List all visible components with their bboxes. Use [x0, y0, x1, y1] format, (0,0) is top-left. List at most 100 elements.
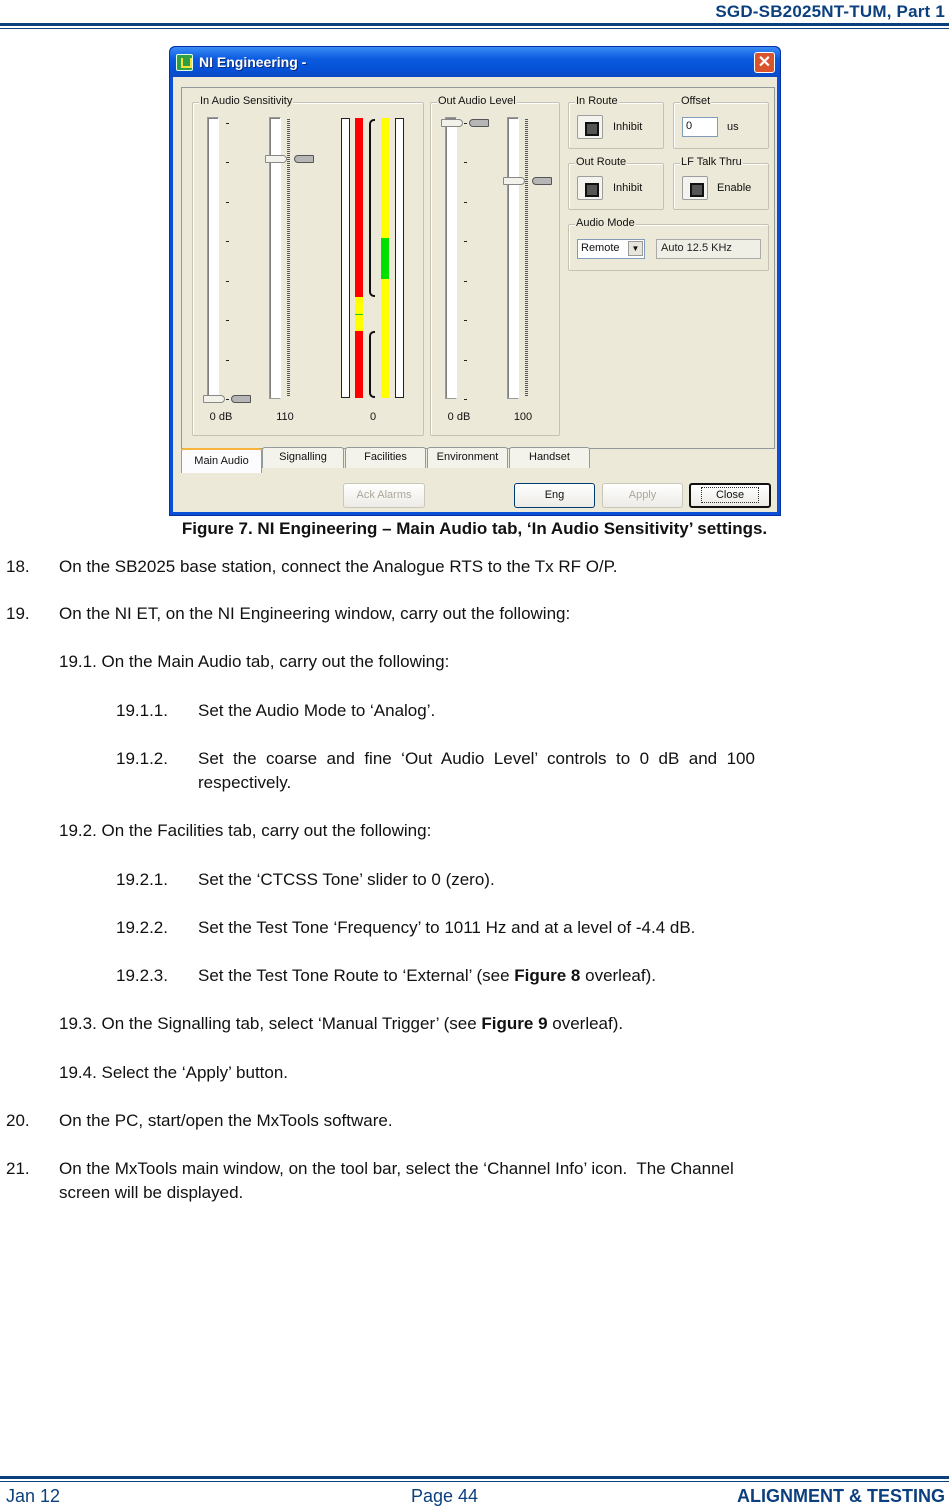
audio-mode-select[interactable]: Remote ▼ [577, 239, 645, 259]
lf-talk-thru-label: LF Talk Thru [680, 156, 743, 168]
step-19-1-2-text-line1: Set the coarse and fine ‘Out Audio Level… [198, 749, 755, 768]
header-rule [0, 23, 949, 26]
text-run: overleaf). [580, 966, 656, 985]
tick [464, 162, 467, 163]
audio-mode-label: Audio Mode [575, 217, 636, 229]
in-route-group: In Route Inhibit [568, 95, 664, 149]
tick [226, 360, 229, 361]
in-fine-pointer [294, 155, 314, 163]
ni-engineering-window: NI Engineering - ✕ In Audio Sensitivity … [169, 46, 781, 516]
main-audio-tab-panel: In Audio Sensitivity 0 dB 110 0 Out Audi… [181, 87, 775, 449]
tick [226, 123, 229, 124]
step-21-text-line1: On the MxTools main window, on the tool … [59, 1159, 734, 1178]
tick [464, 281, 467, 282]
ack-alarms-button[interactable]: Ack Alarms [343, 483, 425, 508]
figure-8-ref: Figure 8 [514, 966, 581, 985]
step-number: 20. [6, 1111, 30, 1130]
out-coarse-slider-track[interactable] [445, 117, 457, 399]
tick [226, 320, 229, 321]
tick [464, 123, 467, 124]
in-coarse-value: 0 dB [209, 411, 233, 423]
out-audio-level-label: Out Audio Level [437, 95, 517, 107]
tab-facilities[interactable]: Facilities [345, 447, 426, 468]
offset-input[interactable]: 0 [682, 117, 718, 137]
close-x-icon[interactable]: ✕ [754, 52, 775, 73]
close-button[interactable]: Close [689, 483, 771, 508]
meter-left-frame [341, 118, 350, 398]
chevron-down-icon[interactable]: ▼ [628, 241, 643, 256]
window-title: NI Engineering - [199, 54, 307, 70]
out-coarse-slider-thumb[interactable] [441, 119, 463, 127]
footer-rule-thin [0, 1481, 949, 1482]
step-number: 19.1.1. [116, 701, 168, 720]
out-route-state: Inhibit [613, 182, 643, 194]
in-coarse-slider-track[interactable] [207, 117, 219, 399]
tab-main-audio[interactable]: Main Audio [181, 448, 262, 473]
out-coarse-pointer [469, 119, 489, 127]
out-fine-slider-track[interactable] [507, 117, 519, 399]
header-rule-thin [0, 28, 949, 29]
lf-talk-thru-toggle-button[interactable] [682, 176, 708, 200]
footer-page-number: Page 44 [411, 1486, 479, 1506]
in-coarse-slider-thumb[interactable] [203, 395, 225, 403]
footer-section: ALIGNMENT & TESTING [737, 1486, 945, 1506]
out-route-label: Out Route [575, 156, 628, 168]
tick [464, 202, 467, 203]
step-21-text-line2: screen will be displayed. [59, 1183, 244, 1202]
meter-value: 0 [369, 411, 377, 423]
step-19-2-text: 19.2. On the Facilities tab, carry out t… [59, 821, 432, 840]
in-coarse-pointer [231, 395, 251, 403]
in-route-label: In Route [575, 95, 619, 107]
tick [226, 162, 229, 163]
out-fine-slider-thumb[interactable] [503, 177, 525, 185]
title-bar[interactable]: NI Engineering - ✕ [170, 47, 780, 77]
in-route-toggle-button[interactable] [577, 115, 603, 139]
step-number: 21. [6, 1159, 30, 1178]
in-fine-ruler [287, 119, 290, 397]
out-fine-pointer [532, 177, 552, 185]
in-fine-value: 110 [276, 411, 294, 423]
tick [226, 281, 229, 282]
step-19-2-2-text: Set the Test Tone ‘Frequency’ to 1011 Hz… [198, 918, 696, 937]
step-19-text: On the NI ET, on the NI Engineering wind… [59, 604, 571, 623]
in-audio-sensitivity-label: In Audio Sensitivity [199, 95, 294, 107]
step-19-1-1-text: Set the Audio Mode to ‘Analog’. [198, 701, 436, 720]
meter-red-upper [355, 118, 363, 297]
apply-button[interactable]: Apply [602, 483, 683, 508]
step-19-2-1-text: Set the ‘CTCSS Tone’ slider to 0 (zero). [198, 870, 495, 889]
text-run: overleaf). [547, 1014, 624, 1033]
step-number: 19.2.3. [116, 966, 168, 985]
tab-handset[interactable]: Handset [509, 447, 590, 468]
lf-talk-thru-group: LF Talk Thru Enable [673, 156, 769, 210]
in-fine-slider-thumb[interactable] [265, 155, 287, 163]
offset-unit: us [727, 121, 739, 133]
step-number: 19.2.2. [116, 918, 168, 937]
tick [464, 399, 467, 400]
step-number: 19.2.1. [116, 870, 168, 889]
offset-label: Offset [680, 95, 712, 107]
close-button-label: Close [700, 487, 760, 503]
figure-caption: Figure 7. NI Engineering – Main Audio ta… [181, 519, 768, 538]
text-run: Set the Test Tone Route to ‘External’ (s… [198, 966, 515, 985]
out-route-toggle-button[interactable] [577, 176, 603, 200]
eng-button[interactable]: Eng [514, 483, 595, 508]
footer-date: Jan 12 [6, 1486, 61, 1506]
tab-signalling[interactable]: Signalling [262, 447, 344, 468]
out-fine-value: 100 [513, 411, 533, 423]
document-title: SGD-SB2025NT-TUM, Part 1 [715, 2, 945, 21]
audio-mode-group: Audio Mode Remote ▼ Auto 12.5 KHz [568, 217, 769, 271]
step-20-text: On the PC, start/open the MxTools softwa… [59, 1111, 393, 1130]
offset-group: Offset 0 us [673, 95, 769, 149]
footer-rule [0, 1476, 949, 1479]
tick [464, 241, 467, 242]
out-coarse-value: 0 dB [447, 411, 471, 423]
step-18-text: On the SB2025 base station, connect the … [59, 557, 618, 576]
step-number: 18. [6, 557, 30, 576]
meter-upper-brace [369, 119, 375, 297]
tick [226, 241, 229, 242]
tab-environment[interactable]: Environment [427, 447, 508, 468]
text-run: 19.3. On the Signalling tab, select ‘Man… [59, 1014, 482, 1033]
tick [464, 320, 467, 321]
tick [226, 399, 229, 400]
meter-red-lower [355, 331, 363, 398]
